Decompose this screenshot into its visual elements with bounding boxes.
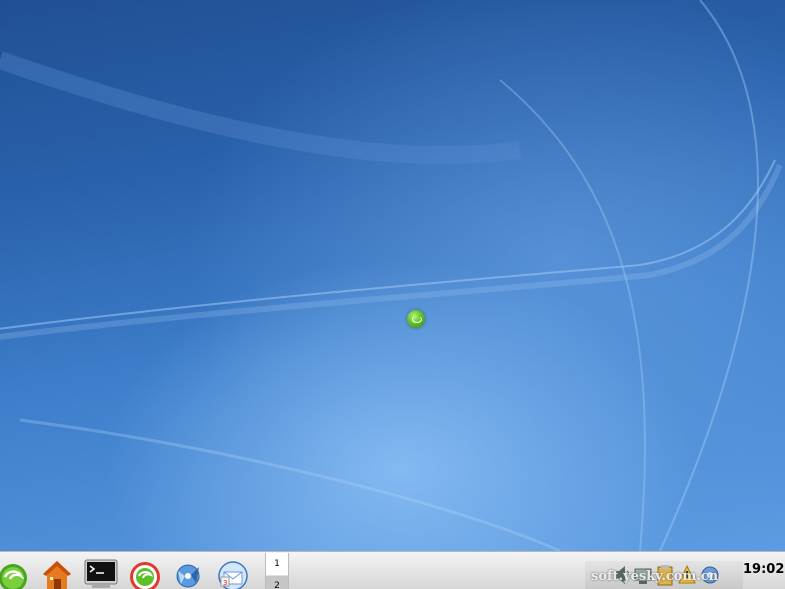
opensuse-yast-icon [130, 562, 160, 589]
kontact-icon: 3 [218, 561, 248, 589]
konqueror-icon [176, 564, 200, 588]
watermark: soft.yesky.com.cn [591, 569, 719, 584]
konqueror-launcher[interactable] [172, 557, 206, 589]
kontact-launcher[interactable]: 3 [216, 557, 250, 589]
home-folder-launcher[interactable] [40, 557, 74, 589]
clock[interactable]: 19:02 [743, 562, 784, 577]
desktop-pager: 1 2 [265, 553, 289, 589]
desktop-2-button[interactable]: 2 [266, 576, 288, 589]
home-icon [43, 561, 71, 589]
taskbar: 3 1 2 19:02 soft.yesky.com.cn [0, 551, 785, 589]
wallpaper-swooshes [0, 0, 783, 551]
opensuse-menu-icon [0, 564, 27, 589]
svg-text:3: 3 [223, 579, 227, 587]
kmenu-button[interactable] [0, 557, 34, 589]
opensuse-logo-icon [407, 310, 425, 328]
desktop-1-button[interactable]: 1 [266, 553, 288, 575]
terminal-icon [84, 559, 118, 588]
terminal-launcher[interactable] [84, 557, 118, 589]
desktop-background[interactable] [0, 0, 785, 551]
yast-launcher[interactable] [128, 557, 162, 589]
